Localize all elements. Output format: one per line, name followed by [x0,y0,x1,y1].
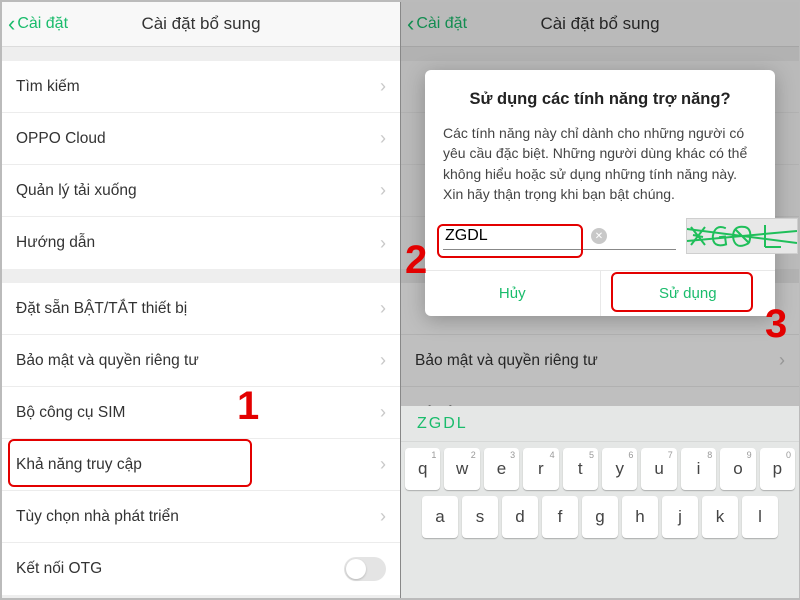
key-h[interactable]: h [622,496,658,538]
otg-toggle[interactable] [344,557,386,581]
row-accessibility[interactable]: Khả năng truy cập› [2,439,400,491]
keyboard-suggestion[interactable]: ZGDL [401,406,799,442]
row-power-schedule[interactable]: Đặt sẵn BẬT/TẮT thiết bị› [2,283,400,335]
chevron-right-icon: › [380,76,386,97]
key-l[interactable]: l [742,496,778,538]
keyboard: ZGDL q1w2e3r4t5y6u7i8o9p0 asdfghjkl [401,406,799,598]
key-r[interactable]: r4 [523,448,558,490]
chevron-right-icon: › [380,454,386,475]
captcha-image [686,218,798,254]
key-f[interactable]: f [542,496,578,538]
key-e[interactable]: e3 [484,448,519,490]
key-q[interactable]: q1 [405,448,440,490]
key-w[interactable]: w2 [444,448,479,490]
row-oppo-cloud[interactable]: OPPO Cloud› [2,113,400,165]
confirm-button[interactable]: Sử dụng [600,271,776,316]
key-o[interactable]: o9 [720,448,755,490]
back-label: Cài đặt [17,15,68,33]
key-i[interactable]: i8 [681,448,716,490]
row-otg[interactable]: Kết nối OTG [2,543,400,595]
row-sim-toolkit[interactable]: Bộ công cụ SIM› [2,387,400,439]
chevron-right-icon: › [380,233,386,254]
key-t[interactable]: t5 [563,448,598,490]
key-d[interactable]: d [502,496,538,538]
key-y[interactable]: y6 [602,448,637,490]
chevron-right-icon: › [380,180,386,201]
key-k[interactable]: k [702,496,738,538]
accessibility-dialog: Sử dụng các tính năng trợ năng? Các tính… [425,70,775,316]
chevron-right-icon: › [380,128,386,149]
key-s[interactable]: s [462,496,498,538]
row-downloads[interactable]: Quản lý tải xuống› [2,165,400,217]
key-p[interactable]: p0 [760,448,795,490]
settings-group-1: Tìm kiếm› OPPO Cloud› Quản lý tải xuống›… [2,61,400,269]
row-developer[interactable]: Tùy chọn nhà phát triển› [2,491,400,543]
row-search[interactable]: Tìm kiếm› [2,61,400,113]
cancel-button[interactable]: Hủy [425,271,600,316]
captcha-input[interactable] [443,223,676,250]
dialog-body: Các tính năng này chỉ dành cho những ngư… [443,123,757,204]
chevron-right-icon: › [380,298,386,319]
chevron-right-icon: › [380,402,386,423]
settings-group-2: Đặt sẵn BẬT/TẮT thiết bị› Bảo mật và quy… [2,283,400,595]
key-a[interactable]: a [422,496,458,538]
key-j[interactable]: j [662,496,698,538]
key-u[interactable]: u7 [641,448,676,490]
nav-bar: ‹ Cài đặt Cài đặt bổ sung [2,2,400,47]
dialog-title: Sử dụng các tính năng trợ năng? [443,90,757,109]
chevron-right-icon: › [380,350,386,371]
chevron-left-icon: ‹ [8,11,15,37]
row-guide[interactable]: Hướng dẫn› [2,217,400,269]
back-button[interactable]: ‹ Cài đặt [2,11,68,37]
chevron-right-icon: › [380,506,386,527]
key-g[interactable]: g [582,496,618,538]
row-privacy[interactable]: Bảo mật và quyền riêng tư› [2,335,400,387]
